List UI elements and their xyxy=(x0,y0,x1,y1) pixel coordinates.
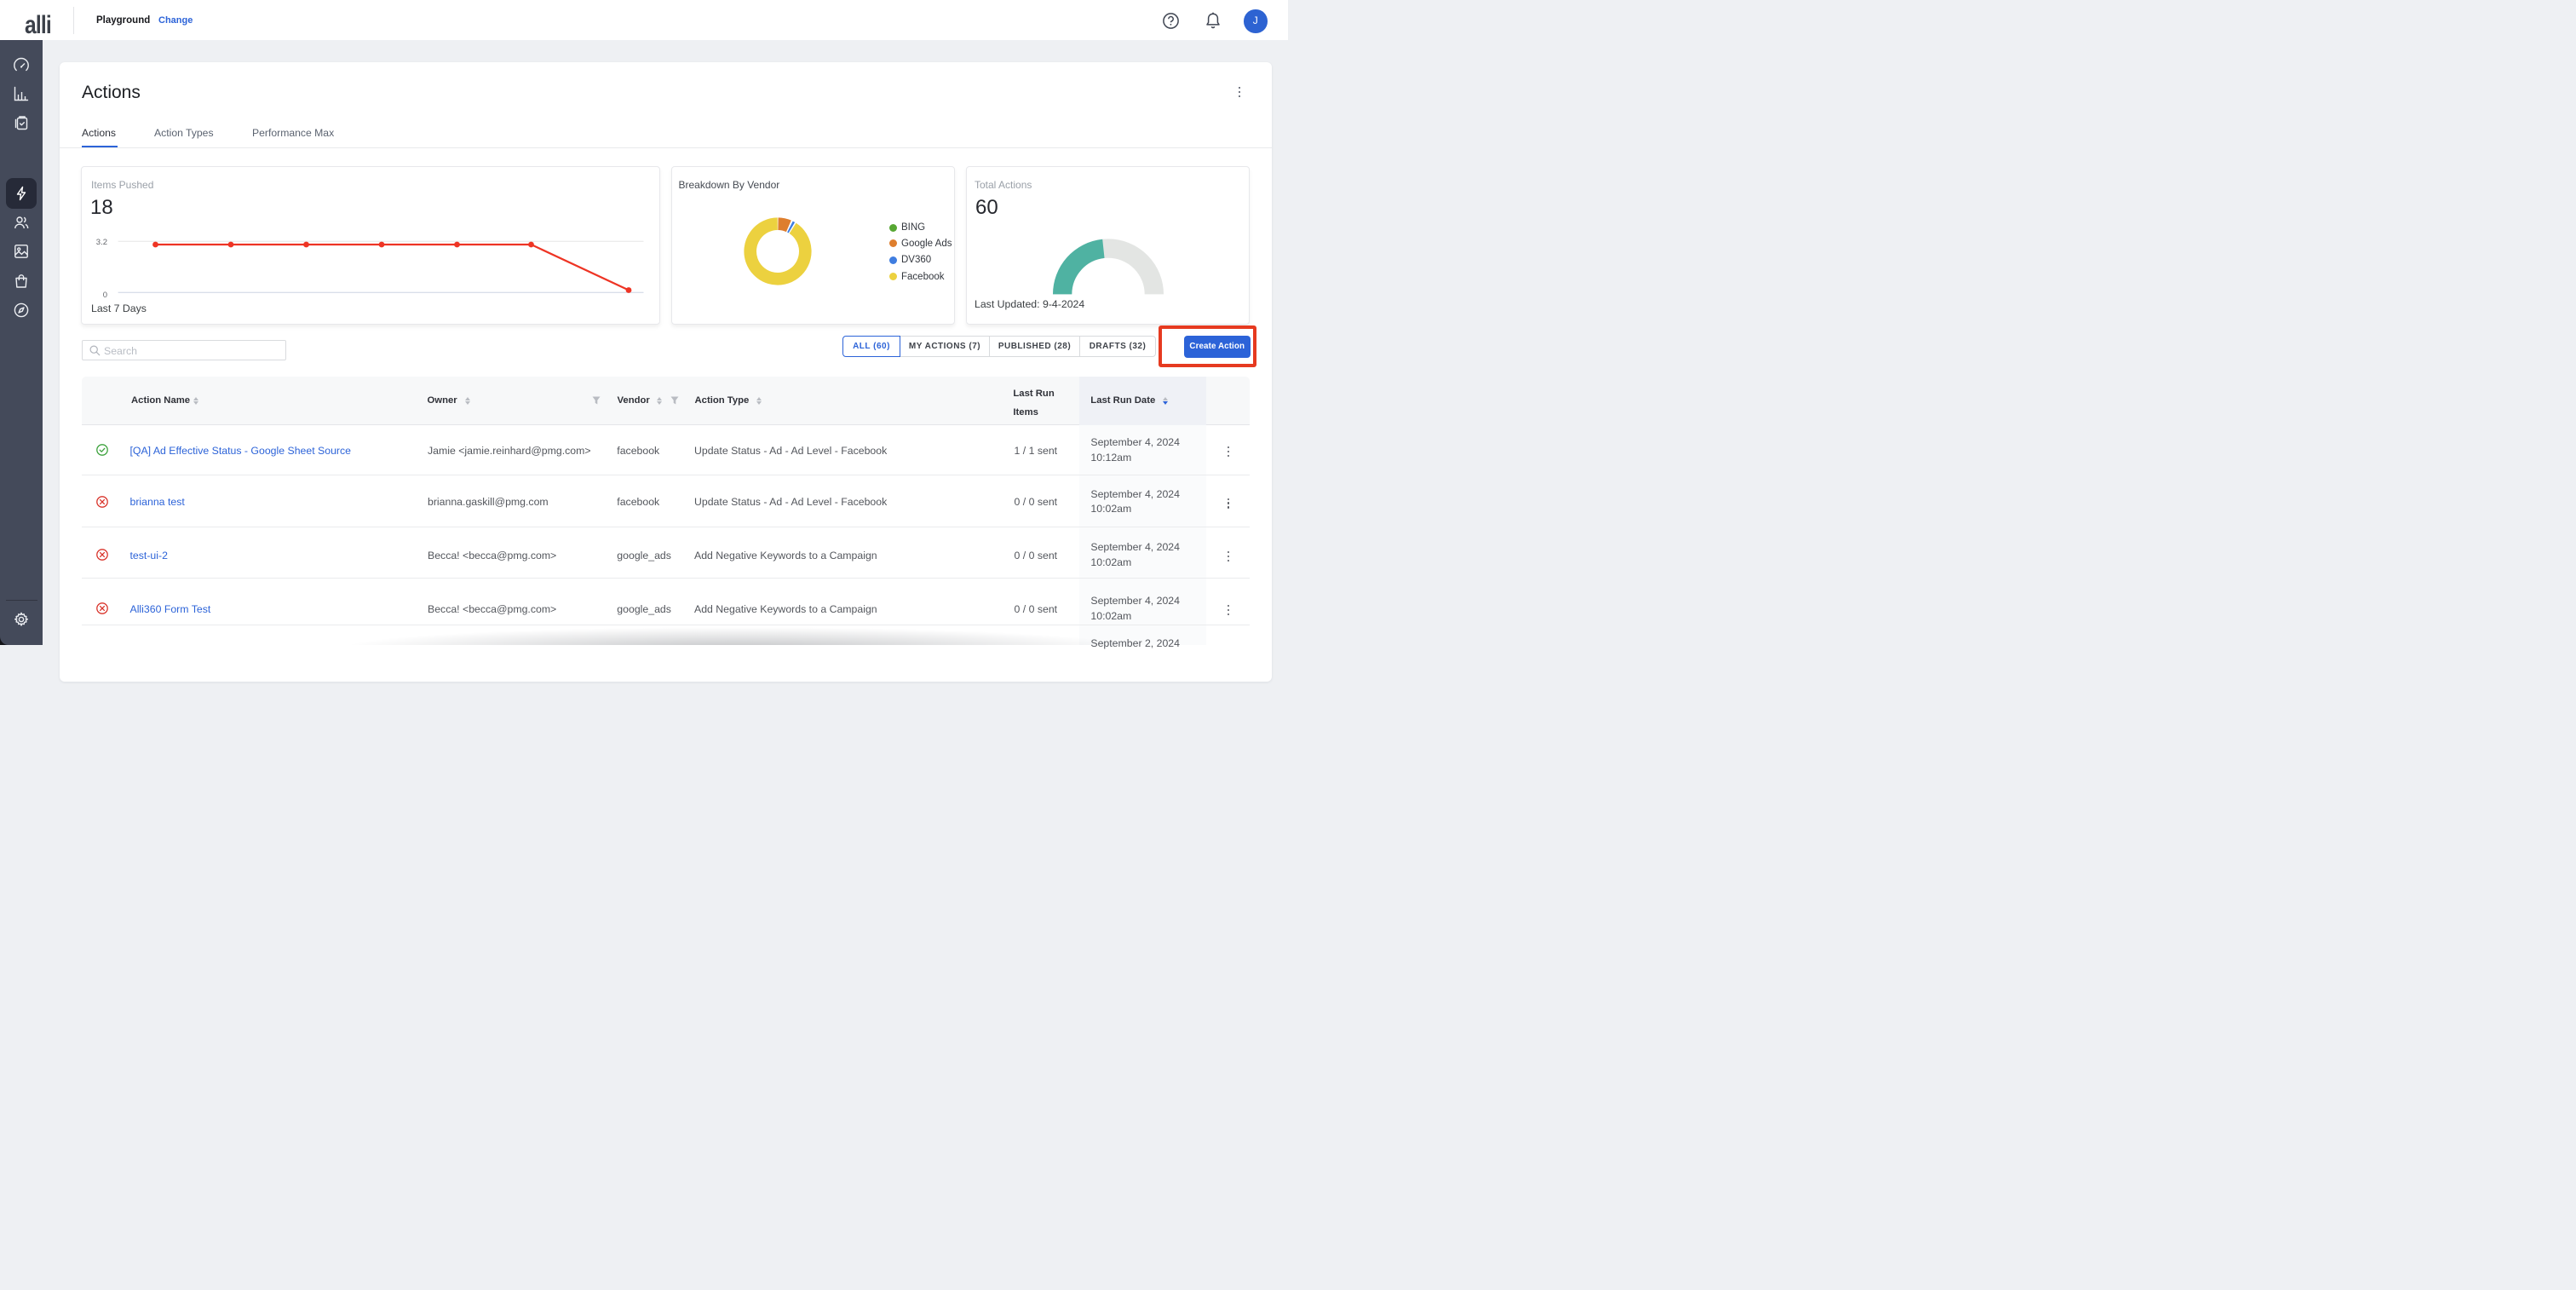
svg-text:3.2: 3.2 xyxy=(96,238,107,247)
svg-text:0: 0 xyxy=(103,291,107,300)
